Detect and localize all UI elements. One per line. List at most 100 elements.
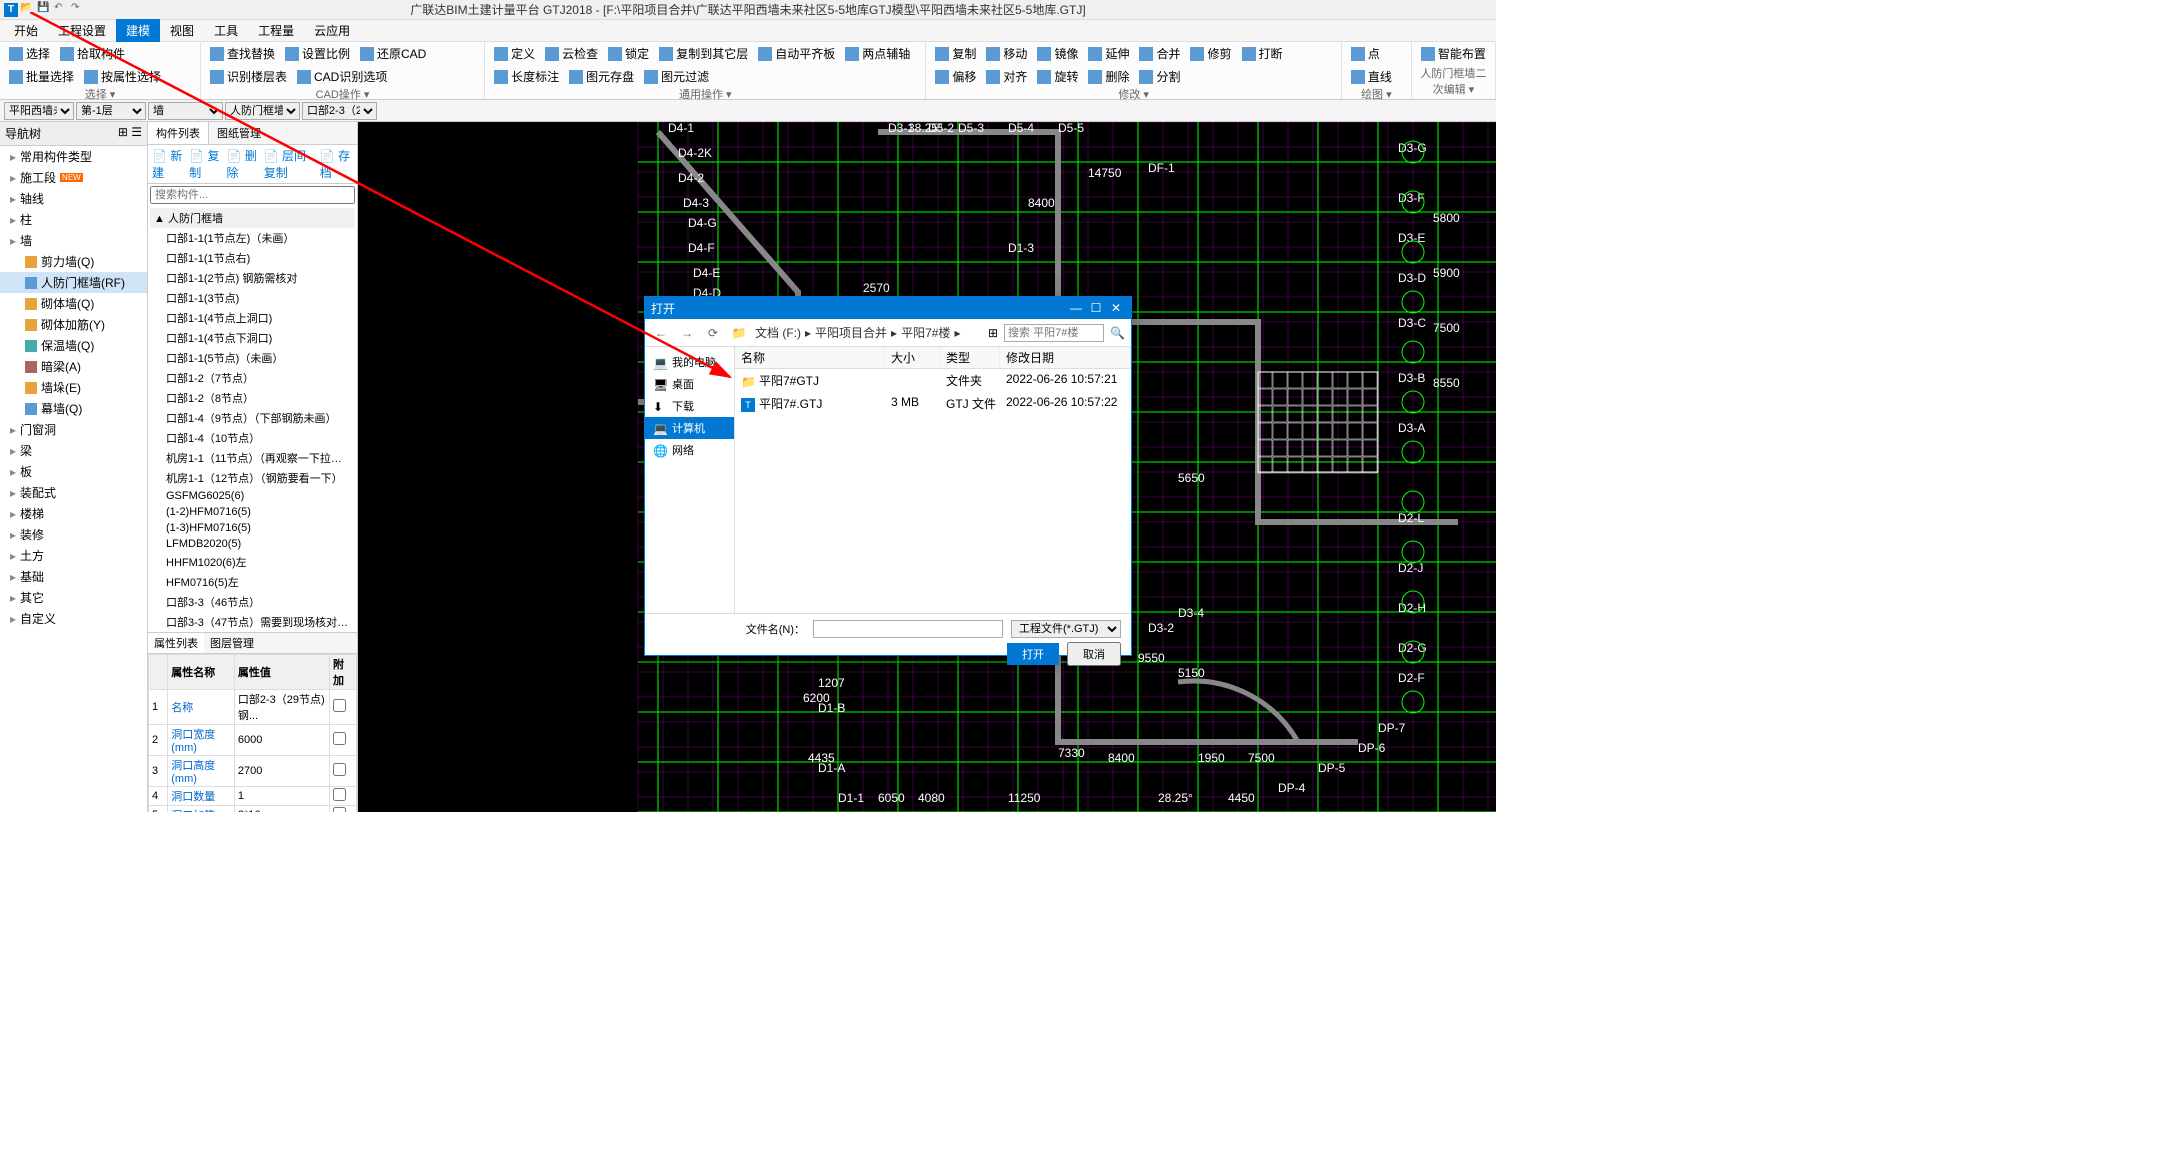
cancel-button[interactable]: 取消 bbox=[1067, 642, 1121, 666]
nav-view-icon[interactable]: ⊞ bbox=[988, 326, 998, 340]
context-dropdown-2[interactable]: 墙 bbox=[148, 102, 223, 120]
tree-item[interactable]: 墙垛(E) bbox=[0, 377, 147, 398]
tree-item[interactable]: 剪力墙(Q) bbox=[0, 251, 147, 272]
prop-checkbox[interactable] bbox=[333, 807, 346, 812]
component-item[interactable]: 机房1-1（12节点）（钢筋要看一下） bbox=[150, 468, 355, 488]
component-item[interactable]: 口部1-1(4节点下洞口) bbox=[150, 328, 355, 348]
ribbon-btn[interactable]: 长度标注 bbox=[491, 67, 562, 86]
tree-item[interactable]: ▸ 基础 bbox=[0, 566, 147, 587]
prop-checkbox[interactable] bbox=[333, 788, 346, 801]
component-tab[interactable]: 图纸管理 bbox=[209, 122, 269, 144]
tree-item[interactable]: ▸ 施工段 NEW bbox=[0, 167, 147, 188]
tree-item[interactable]: ▸ 常用构件类型 bbox=[0, 146, 147, 167]
col-type[interactable]: 类型 bbox=[940, 347, 1000, 368]
component-item[interactable]: 机房1-1（11节点）（再观察一下拉筋的布置方式 bbox=[150, 448, 355, 468]
ribbon-btn[interactable]: 偏移 bbox=[932, 67, 979, 86]
tree-item[interactable]: 砌体墙(Q) bbox=[0, 293, 147, 314]
component-item[interactable]: 口部1-1(3节点) bbox=[150, 288, 355, 308]
dialog-side-item[interactable]: 💻我的电脑 bbox=[645, 351, 734, 373]
component-item[interactable]: 口部1-1(2节点) 钢筋需核对 bbox=[150, 268, 355, 288]
ribbon-btn[interactable]: 修剪 bbox=[1187, 44, 1234, 63]
col-name[interactable]: 名称 bbox=[735, 347, 885, 368]
context-dropdown-3[interactable]: 人防门框墙 bbox=[225, 102, 300, 120]
tree-item[interactable]: 砌体加筋(Y) bbox=[0, 314, 147, 335]
context-dropdown-4[interactable]: 口部2-3（29节 bbox=[302, 102, 377, 120]
menu-tab-6[interactable]: 云应用 bbox=[304, 19, 360, 42]
tree-item[interactable]: ▸ 土方 bbox=[0, 545, 147, 566]
dialog-side-item[interactable]: 🖥桌面 bbox=[645, 373, 734, 395]
ribbon-btn[interactable]: 点 bbox=[1348, 44, 1383, 63]
component-item[interactable]: 口部1-4（9节点）（下部钢筋未画） bbox=[150, 408, 355, 428]
prop-row[interactable]: 5洞口加筋2*16 bbox=[149, 806, 357, 813]
prop-row[interactable]: 2洞口宽度(mm)6000 bbox=[149, 725, 357, 756]
component-item[interactable]: 口部3-3（46节点） bbox=[150, 592, 355, 612]
tree-item[interactable]: ▸ 墙 bbox=[0, 230, 147, 251]
menu-tab-4[interactable]: 工具 bbox=[204, 19, 248, 42]
toolbar-btn[interactable]: 📄 复制 bbox=[189, 147, 222, 181]
component-item[interactable]: 口部1-1(1节点右) bbox=[150, 248, 355, 268]
component-item[interactable]: 口部1-4（10节点） bbox=[150, 428, 355, 448]
ribbon-btn[interactable]: 自动平齐板 bbox=[755, 44, 838, 63]
tree-item[interactable]: 人防门框墙(RF) bbox=[0, 272, 147, 293]
ribbon-btn[interactable]: 智能布置 bbox=[1418, 44, 1489, 63]
component-item[interactable]: 口部1-2（7节点） bbox=[150, 368, 355, 388]
ribbon-btn[interactable]: 还原CAD bbox=[357, 44, 429, 63]
col-date[interactable]: 修改日期 bbox=[1000, 347, 1131, 368]
ribbon-btn[interactable]: 合并 bbox=[1136, 44, 1183, 63]
menu-tab-1[interactable]: 工程设置 bbox=[48, 19, 116, 42]
tree-item[interactable]: ▸ 门窗洞 bbox=[0, 419, 147, 440]
component-tab[interactable]: 构件列表 bbox=[148, 122, 209, 144]
menu-tab-3[interactable]: 视图 bbox=[160, 19, 204, 42]
ribbon-btn[interactable]: 图元过滤 bbox=[641, 67, 712, 86]
nav-folder-icon[interactable]: 📁 bbox=[729, 323, 749, 343]
breadcrumb-item[interactable]: 平阳项目合并 bbox=[815, 324, 887, 341]
prop-checkbox[interactable] bbox=[333, 699, 346, 712]
dialog-side-item[interactable]: 💻计算机 bbox=[645, 417, 734, 439]
ribbon-btn[interactable]: 查找替换 bbox=[207, 44, 278, 63]
tree-item[interactable]: ▸ 柱 bbox=[0, 209, 147, 230]
tree-item[interactable]: ▸ 其它 bbox=[0, 587, 147, 608]
ribbon-btn[interactable]: 复制到其它层 bbox=[656, 44, 751, 63]
tree-item[interactable]: ▸ 轴线 bbox=[0, 188, 147, 209]
tree-item[interactable]: 暗梁(A) bbox=[0, 356, 147, 377]
breadcrumb[interactable]: 文档 (F:)▸平阳项目合并▸平阳7#楼▸ bbox=[755, 324, 982, 341]
dialog-close-icon[interactable]: ✕ bbox=[1107, 301, 1125, 315]
component-item[interactable]: 口部1-1(4节点上洞口) bbox=[150, 308, 355, 328]
prop-checkbox[interactable] bbox=[333, 732, 346, 745]
qa-open-icon[interactable]: 📂 bbox=[20, 2, 34, 16]
tree-item[interactable]: ▸ 装配式 bbox=[0, 482, 147, 503]
component-item[interactable]: HHFM1020(6)左 bbox=[150, 552, 355, 572]
nav-back-icon[interactable]: ← bbox=[651, 323, 671, 343]
tree-item[interactable]: 幕墙(Q) bbox=[0, 398, 147, 419]
toolbar-btn[interactable]: 📄 层间复制 bbox=[264, 147, 316, 181]
tree-item[interactable]: ▸ 梁 bbox=[0, 440, 147, 461]
ribbon-btn[interactable]: 识别楼层表 bbox=[207, 67, 290, 86]
file-row[interactable]: T平阳7#.GTJ3 MBGTJ 文件2022-06-26 10:57:22 bbox=[735, 392, 1131, 415]
menu-tab-5[interactable]: 工程量 bbox=[248, 19, 304, 42]
nav-refresh-icon[interactable]: ⟳ bbox=[703, 323, 723, 343]
dialog-max-icon[interactable]: ☐ bbox=[1087, 301, 1105, 315]
ribbon-btn[interactable]: 延伸 bbox=[1085, 44, 1132, 63]
ribbon-btn[interactable]: 镜像 bbox=[1034, 44, 1081, 63]
ribbon-btn[interactable]: 云检查 bbox=[542, 44, 601, 63]
component-item[interactable]: GSFMG6025(6) bbox=[150, 488, 355, 504]
ribbon-btn[interactable]: 设置比例 bbox=[282, 44, 353, 63]
toolbar-btn[interactable]: 📄 删除 bbox=[226, 147, 259, 181]
tree-item[interactable]: ▸ 楼梯 bbox=[0, 503, 147, 524]
ribbon-btn[interactable]: 分割 bbox=[1136, 67, 1183, 86]
component-item[interactable]: 口部3-3（47节点）需要到现场核对一下标高 bbox=[150, 612, 355, 632]
ribbon-btn[interactable]: 两点辅轴 bbox=[842, 44, 913, 63]
ribbon-btn[interactable]: CAD识别选项 bbox=[294, 67, 390, 86]
dialog-min-icon[interactable]: — bbox=[1067, 301, 1085, 315]
open-button[interactable]: 打开 bbox=[1007, 643, 1059, 665]
ribbon-btn[interactable]: 移动 bbox=[983, 44, 1030, 63]
search-icon[interactable]: 🔍 bbox=[1110, 326, 1125, 340]
file-row[interactable]: 📁平阳7#GTJ文件夹2022-06-26 10:57:21 bbox=[735, 369, 1131, 392]
ribbon-btn[interactable]: 按属性选择 bbox=[81, 67, 164, 86]
component-search-input[interactable] bbox=[150, 186, 355, 204]
ribbon-btn[interactable]: 锁定 bbox=[605, 44, 652, 63]
component-item[interactable]: (1-2)HFM0716(5) bbox=[150, 504, 355, 520]
col-size[interactable]: 大小 bbox=[885, 347, 940, 368]
dialog-side-item[interactable]: ⬇下载 bbox=[645, 395, 734, 417]
ribbon-btn[interactable]: 对齐 bbox=[983, 67, 1030, 86]
